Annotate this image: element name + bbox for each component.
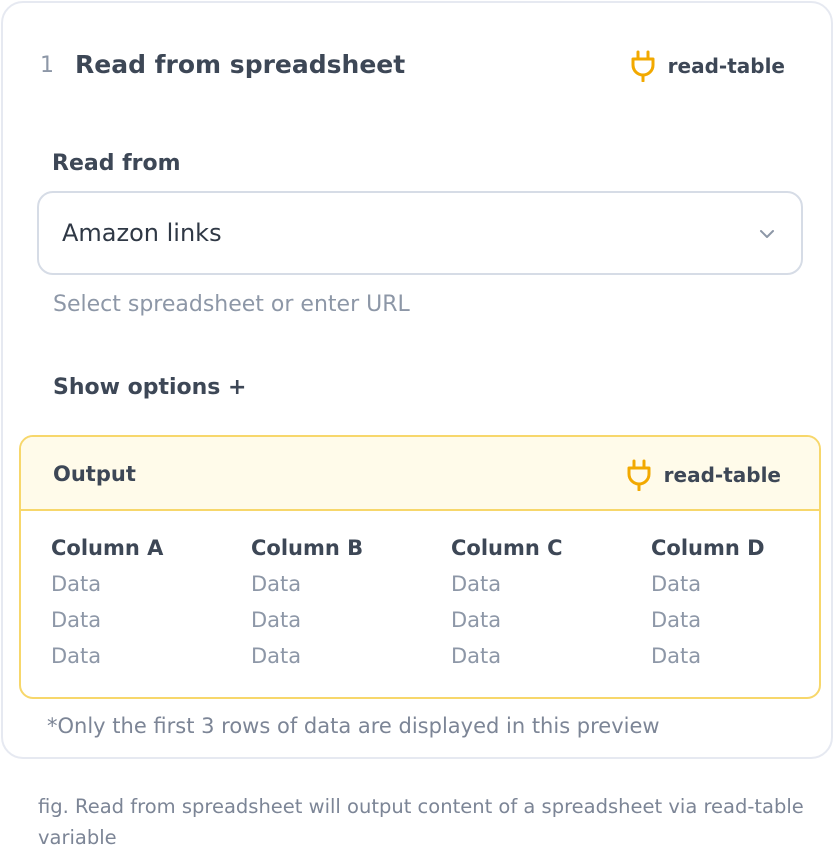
output-title: Output bbox=[53, 462, 136, 486]
column-header: Column C bbox=[451, 536, 563, 560]
plug-icon bbox=[627, 459, 651, 491]
table-column: Column D Data Data Data bbox=[651, 533, 834, 677]
table-cell: Data bbox=[51, 608, 102, 632]
table-cell: Data bbox=[51, 644, 102, 668]
table-cell: Data bbox=[251, 644, 302, 668]
spreadsheet-select-value: Amazon links bbox=[62, 219, 222, 247]
output-header: Output read-table bbox=[21, 437, 819, 511]
step-card: 1 Read from spreadsheet read-table Read … bbox=[1, 1, 833, 759]
column-header: Column B bbox=[251, 536, 364, 560]
table-cell: Data bbox=[251, 572, 302, 596]
table-cell: Data bbox=[651, 572, 702, 596]
table-cell: Data bbox=[451, 572, 502, 596]
table-column: Column B Data Data Data bbox=[251, 533, 451, 677]
select-hint: Select spreadsheet or enter URL bbox=[53, 292, 410, 317]
column-header: Column A bbox=[51, 536, 164, 560]
chevron-down-icon bbox=[760, 230, 774, 238]
plug-icon bbox=[631, 50, 655, 82]
step-variable-name: read-table bbox=[667, 54, 785, 78]
table-cell: Data bbox=[251, 608, 302, 632]
step-variable-tag: read-table bbox=[630, 50, 785, 82]
table-cell: Data bbox=[451, 608, 502, 632]
spreadsheet-select[interactable]: Amazon links bbox=[37, 191, 803, 275]
preview-footnote: *Only the first 3 rows of data are displ… bbox=[47, 714, 660, 738]
table-column: Column A Data Data Data bbox=[51, 533, 251, 677]
read-from-label: Read from bbox=[52, 151, 181, 176]
table-cell: Data bbox=[51, 572, 102, 596]
table-cell: Data bbox=[651, 644, 702, 668]
show-options-toggle[interactable]: Show options + bbox=[53, 375, 247, 400]
step-number: 1 bbox=[40, 53, 54, 78]
table-cell: Data bbox=[651, 608, 702, 632]
column-header: Column D bbox=[651, 536, 765, 560]
table-cell: Data bbox=[451, 644, 502, 668]
output-variable-tag: read-table bbox=[626, 459, 781, 491]
output-table: Column A Data Data Data Column B Data Da… bbox=[51, 533, 834, 677]
figure-caption: fig. Read from spreadsheet will output c… bbox=[38, 795, 804, 849]
table-column: Column C Data Data Data bbox=[451, 533, 651, 677]
step-title: Read from spreadsheet bbox=[75, 50, 406, 79]
output-variable-name: read-table bbox=[663, 463, 781, 487]
